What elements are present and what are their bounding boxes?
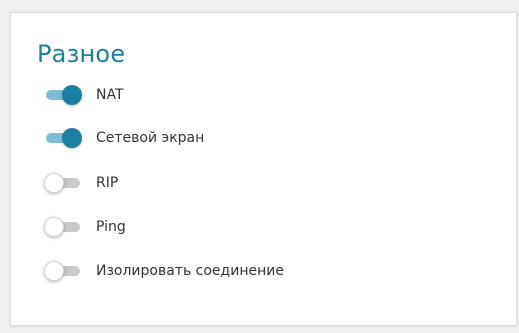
firewall-label: Сетевой экран [96,130,205,146]
toggle-row-isolate-connection[interactable]: Изолировать соединение [44,260,284,282]
toggle-knob [62,85,82,105]
toggle-knob [44,261,64,281]
isolate-connection-label: Изолировать соединение [96,263,284,279]
ping-label: Ping [96,219,126,235]
toggle-row-rip[interactable]: RIP [44,172,118,194]
nat-label: NAT [96,87,124,103]
page-background: Разное NAT Сетевой экран RIP Ping Изолир… [0,0,519,333]
isolate-connection-toggle[interactable] [44,261,82,281]
ping-toggle[interactable] [44,217,82,237]
nat-toggle[interactable] [44,85,82,105]
toggle-row-ping[interactable]: Ping [44,216,126,238]
rip-label: RIP [96,175,119,191]
toggle-knob [44,217,64,237]
section-title: Разное [37,40,126,68]
toggle-row-firewall[interactable]: Сетевой экран [44,127,204,149]
firewall-toggle[interactable] [44,128,82,148]
rip-toggle[interactable] [44,173,82,193]
toggle-row-nat[interactable]: NAT [44,84,124,106]
toggle-knob [62,128,82,148]
toggle-knob [44,173,64,193]
